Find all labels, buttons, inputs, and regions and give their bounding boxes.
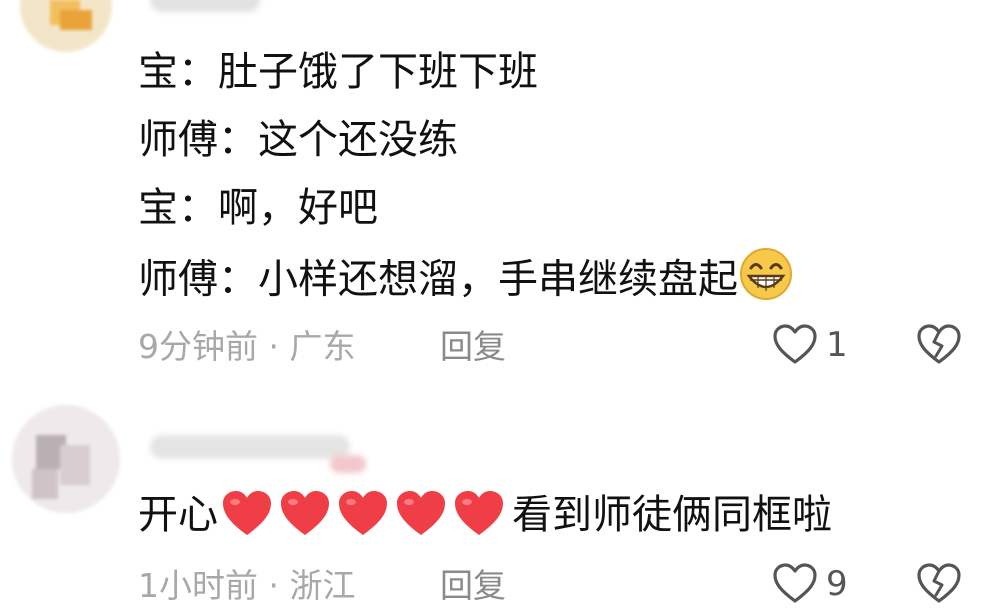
grinning-face-icon xyxy=(738,246,794,309)
red-heart-icon xyxy=(397,491,445,535)
comment-line: 师傅：这个还没练 xyxy=(138,117,458,163)
comment-line: 宝：肚子饿了下班下班 xyxy=(138,49,538,95)
dislike-button[interactable] xyxy=(916,324,962,370)
username[interactable] xyxy=(150,435,350,459)
comment-meta: 9分钟前 · 广东 xyxy=(138,327,356,366)
comment-meta: 1小时前 · 浙江 xyxy=(138,566,356,605)
red-heart-icon xyxy=(281,491,329,535)
red-heart-icon xyxy=(339,491,387,535)
like-button[interactable]: 9 xyxy=(772,563,848,605)
like-button[interactable]: 1 xyxy=(772,324,848,366)
reply-button[interactable]: 回复 xyxy=(440,569,506,602)
heart-emoji-row xyxy=(220,489,510,539)
reply-button[interactable]: 回复 xyxy=(440,330,506,363)
heart-outline-icon xyxy=(772,563,818,605)
broken-heart-icon xyxy=(916,324,962,370)
comment-item: 宝：肚子饿了下班下班 师傅：这个还没练 宝：啊，好吧 师傅：小样还想溜，手串继续… xyxy=(0,0,1008,380)
broken-heart-icon xyxy=(916,563,962,609)
comment-line: 开心 看到师徒俩同框啦 xyxy=(138,491,832,539)
like-count: 9 xyxy=(826,564,848,604)
username[interactable] xyxy=(150,0,260,12)
avatar[interactable] xyxy=(12,405,120,513)
dislike-button[interactable] xyxy=(916,563,962,609)
comment-line: 宝：啊，好吧 xyxy=(138,185,378,231)
red-heart-icon xyxy=(455,491,503,535)
heart-outline-icon xyxy=(772,324,818,366)
avatar[interactable] xyxy=(20,0,112,52)
comment-line: 师傅：小样还想溜，手串继续盘起 xyxy=(138,248,794,309)
user-badge xyxy=(330,455,366,473)
comment-item: 开心 看到师徒俩同框啦 1小时前 · 浙江 回复 9 xyxy=(0,395,1008,616)
red-heart-icon xyxy=(223,491,271,535)
like-count: 1 xyxy=(826,325,848,365)
